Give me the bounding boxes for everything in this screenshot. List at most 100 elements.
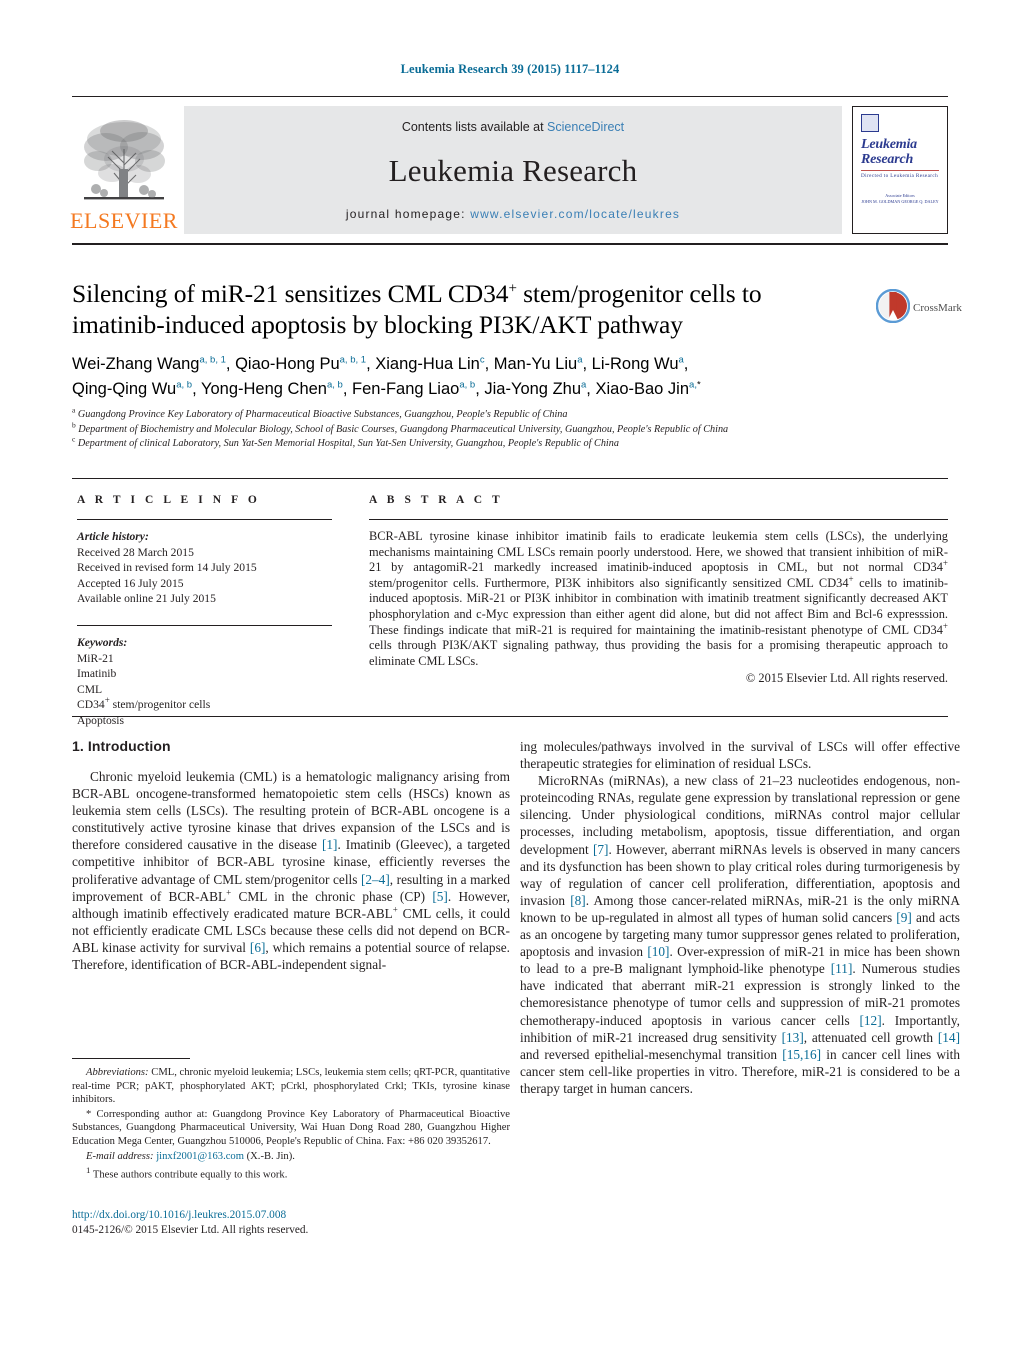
author-item: Yong-Heng Chena, b — [201, 380, 343, 398]
history-online: Available online 21 July 2015 — [77, 592, 216, 606]
section-heading-introduction: 1. Introduction — [72, 738, 171, 754]
citation-ref[interactable]: [1] — [322, 837, 338, 852]
author-item: Wei-Zhang Wanga, b, 1 — [72, 355, 226, 373]
author-item: Man-Yu Liua — [494, 355, 583, 373]
keyword-item: CML — [77, 682, 103, 696]
citation-ref[interactable]: [2–4] — [361, 872, 390, 887]
author-affil-marks: a, b — [459, 379, 476, 391]
body-column-left: 1. Introduction Chronic myeloid leukemia… — [72, 738, 510, 973]
issn-copyright-line: 0145-2126/© 2015 Elsevier Ltd. All right… — [72, 1224, 309, 1236]
author-name: Li-Rong Wu — [591, 355, 679, 373]
author-item: Jia-Yong Zhua — [484, 380, 586, 398]
contents-available-line: Contents lists available at ScienceDirec… — [402, 120, 624, 134]
doi-link[interactable]: http://dx.doi.org/10.1016/j.leukres.2015… — [72, 1208, 512, 1223]
journal-header: ELSEVIER Contents lists available at Sci… — [70, 96, 948, 245]
affiliation-text: Guangdong Province Key Laboratory of Pha… — [77, 409, 568, 420]
author-sep: , — [192, 380, 201, 398]
author-sep: , — [683, 355, 689, 373]
article-info-column: A R T I C L E I N F O Article history: R… — [77, 494, 332, 729]
affiliation-item: b Department of Biochemistry and Molecul… — [72, 420, 952, 438]
author-affil-marks: a, — [689, 379, 697, 391]
author-name: Fen-Fang Liao — [352, 380, 460, 398]
keywords-block: Keywords: MiR-21 Imatinib CML CD34+ stem… — [77, 624, 332, 729]
author-name: Man-Yu Liu — [493, 355, 578, 373]
cover-title-line1: Leukemia — [861, 137, 917, 152]
header-bottom-rule — [72, 243, 948, 245]
journal-banner: Contents lists available at ScienceDirec… — [184, 106, 842, 234]
cover-logo-box — [861, 114, 879, 132]
affiliation-text: Department of clinical Laboratory, Sun Y… — [77, 438, 619, 450]
abstract-part-4: cells through PI3K/AKT signaling pathway… — [369, 638, 948, 668]
author-affil-marks: a, b, 1 — [199, 354, 226, 366]
mirna-text-9: and reversed epithelial-mesenchymal tran… — [520, 1046, 783, 1062]
title-line-2: imatinib-induced apoptosis by blocking P… — [72, 310, 683, 339]
author-name: Qing-Qing Wu — [72, 380, 177, 398]
running-head: Leukemia Research 39 (2015) 1117–1124 — [400, 62, 620, 76]
keyword-item: Imatinib — [77, 667, 117, 681]
elsevier-wordmark: ELSEVIER — [70, 208, 178, 233]
author-sep: , — [582, 355, 592, 373]
sciencedirect-link[interactable]: ScienceDirect — [547, 120, 624, 134]
journal-homepage-line: journal homepage: www.elsevier.com/locat… — [346, 207, 680, 221]
affiliation-marker: a — [72, 405, 76, 415]
author-item: Xiao-Bao Jina,* — [595, 380, 700, 398]
abstract-copyright: © 2015 Elsevier Ltd. All rights reserved… — [745, 671, 948, 686]
citation-ref[interactable]: [12] — [859, 1013, 881, 1028]
affiliation-item: c Department of clinical Laboratory, Sun… — [72, 436, 952, 452]
intro-paragraph-1-continued: ing molecules/pathways involved in the s… — [520, 739, 960, 772]
title-plus-sup: + — [508, 280, 517, 297]
equal-contribution-text: These authors contribute equally to this… — [90, 1169, 288, 1181]
abstract-column: A B S T R A C T BCR-ABL tyrosine kinase … — [369, 494, 948, 687]
author-name: Xiao-Bao Jin — [595, 380, 690, 398]
journal-article-page: Leukemia Research 39 (2015) 1117–1124 EL… — [0, 0, 1020, 1351]
footnotes-block: Abbreviations: CML, chronic myeloid leuk… — [72, 1058, 510, 1183]
homepage-url-link[interactable]: www.elsevier.com/locate/leukres — [470, 207, 680, 221]
citation-ref[interactable]: [9] — [896, 910, 912, 925]
abstract-text: BCR-ABL tyrosine kinase inhibitor imatin… — [369, 529, 948, 669]
author-sep: , — [342, 380, 353, 398]
citation-ref[interactable]: [15,16] — [782, 1047, 821, 1062]
citation-ref[interactable]: [7] — [593, 842, 609, 857]
cover-title-line2: Research — [861, 152, 914, 167]
history-revised: Received in revised form 14 July 2015 — [77, 561, 257, 575]
title-line-1b: stem/progenitor cells to — [516, 279, 762, 308]
citation-ref[interactable]: [13] — [782, 1030, 804, 1045]
affiliation-marker: b — [72, 420, 76, 430]
keyword-item: MiR-21 — [77, 651, 114, 665]
citation-ref[interactable]: [10] — [647, 944, 669, 959]
email-suffix: (X.-B. Jin). — [243, 1150, 295, 1162]
title-line-1a: Silencing of miR-21 sensitizes CML CD34 — [72, 279, 509, 308]
author-item: Qiao-Hong Pua, b, 1 — [235, 355, 366, 373]
journal-cover-thumbnail: Leukemia Research Directed to Leukemia R… — [852, 106, 948, 234]
author-affil-marks: a, b, 1 — [339, 354, 367, 366]
crossmark-badge[interactable]: CrossMark — [875, 286, 962, 330]
article-info-rule-1 — [77, 519, 332, 520]
keyword-item-cd34: CD34+ stem/progenitor cells — [77, 696, 332, 713]
abstract-rule — [369, 519, 948, 520]
article-history-label: Article history: — [77, 530, 149, 543]
citation-ref[interactable]: [5] — [432, 889, 448, 904]
citation-ref[interactable]: [8] — [570, 893, 586, 908]
citation-ref[interactable]: [11] — [831, 961, 853, 976]
history-accepted: Accepted 16 July 2015 — [77, 576, 184, 590]
intro-paragraph-1: Chronic myeloid leukemia (CML) is a hema… — [72, 768, 510, 973]
email-link[interactable]: jinxf2001@163.com — [154, 1151, 244, 1162]
crossmark-icon — [875, 288, 911, 328]
mirna-text-3: . Among those cancer-related miRNAs, miR… — [520, 892, 960, 925]
article-info-rule-2 — [77, 624, 332, 626]
abstract-sup-plus-3: + — [942, 620, 948, 631]
citation-ref[interactable]: [14] — [938, 1030, 960, 1045]
author-item: Qing-Qing Wua, b — [72, 380, 192, 398]
abstract-heading: A B S T R A C T — [369, 494, 504, 506]
abstract-sup-plus-1: + — [942, 558, 948, 569]
abbreviations-label: Abbreviations: — [86, 1067, 149, 1078]
author-name: Xiang-Hua Lin — [375, 355, 480, 373]
corresponding-text: Corresponding author at: Guangdong Provi… — [72, 1108, 510, 1147]
info-section-bottom-rule — [72, 716, 948, 717]
author-affil-marks: a, b — [176, 379, 193, 391]
footer-doi-block: http://dx.doi.org/10.1016/j.leukres.2015… — [72, 1208, 512, 1238]
author-list: Wei-Zhang Wanga, b, 1, Qiao-Hong Pua, b,… — [72, 352, 882, 402]
cover-subtitle: Directed to Leukemia Research — [861, 173, 939, 179]
citation-ref[interactable]: [6] — [250, 940, 266, 955]
crossmark-label: CrossMark — [913, 302, 962, 314]
